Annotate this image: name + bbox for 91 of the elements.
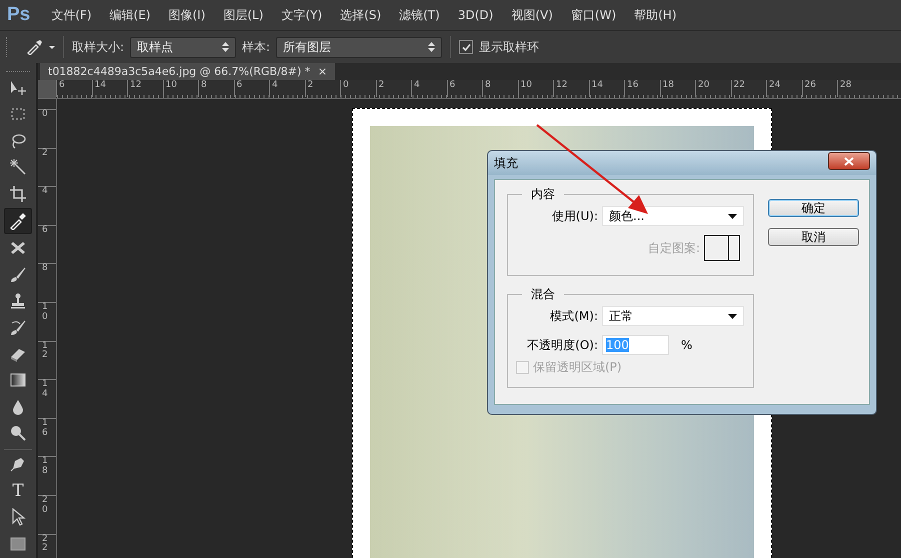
ruler-corner: [38, 80, 56, 98]
menu-item[interactable]: 文字(Y): [272, 6, 332, 24]
checkmark-icon: [460, 42, 472, 52]
ok-button[interactable]: 确定: [768, 199, 859, 217]
ruler-label: 12: [127, 80, 162, 97]
ruler-label: 8: [41, 264, 49, 274]
close-icon: [844, 156, 854, 166]
ruler-label: 2: [376, 80, 411, 97]
ruler-label: 6: [56, 80, 92, 97]
ruler-label: 12: [41, 342, 49, 362]
group-legend: 混合: [522, 286, 564, 302]
gradient-icon: [9, 371, 27, 390]
eyedropper-icon: [9, 212, 27, 230]
ruler-label: 0: [41, 110, 49, 120]
show-ring-label: 显示取样环: [479, 38, 540, 56]
ruler-label: 6: [41, 226, 49, 236]
up-down-arrows-icon: [222, 42, 230, 52]
ruler-label: 14: [588, 80, 624, 97]
use-dropdown[interactable]: 颜色...: [602, 206, 744, 226]
ruler-label: 6: [234, 80, 269, 97]
ruler-label: 14: [41, 380, 49, 400]
ruler-label: 10: [518, 80, 553, 97]
ruler-label: 16: [41, 418, 49, 439]
ruler-label: 10: [41, 302, 49, 323]
ruler-label: 4: [411, 80, 446, 97]
history-icon: [9, 318, 27, 337]
menu-item[interactable]: 滤镜(T): [390, 6, 449, 24]
ruler-label: 6: [446, 80, 482, 97]
ruler-label: 8: [482, 80, 518, 97]
menu-item[interactable]: 视图(V): [502, 6, 562, 24]
menu-item[interactable]: 窗口(W): [562, 6, 626, 24]
wand-icon: [9, 158, 27, 176]
ruler-label: 2: [304, 80, 340, 97]
ruler-label: 0: [340, 80, 376, 97]
menu-item[interactable]: 文件(F): [42, 6, 101, 24]
rectangle-icon: [9, 534, 27, 553]
move-icon: [9, 79, 27, 97]
mode-label: 模式(M):: [549, 308, 598, 324]
crop-icon: [9, 184, 27, 203]
ruler-label: 14: [92, 80, 127, 97]
ruler-label: 18: [41, 457, 49, 478]
ruler-label: 2: [41, 148, 49, 158]
ruler-label: 20: [695, 80, 730, 97]
dodge-icon: [9, 424, 27, 442]
menu-item[interactable]: 帮助(H): [625, 6, 686, 24]
ruler-label: 26: [802, 80, 837, 97]
up-down-arrows-icon: [428, 42, 436, 52]
menu-item[interactable]: 选择(S): [331, 6, 390, 24]
pattern-label: 自定图案:: [646, 240, 700, 256]
type-tool[interactable]: T: [5, 478, 31, 503]
document-tab[interactable]: t01882c4489a3c5a4e6.jpg @ 66.7%(RGB/8#) * ×: [40, 63, 336, 80]
cancel-button[interactable]: 取消: [768, 228, 859, 246]
ruler-label: 8: [198, 80, 234, 97]
ruler-label: 10: [162, 80, 198, 97]
ruler-label: 16: [624, 80, 660, 97]
checkbox[interactable]: [459, 40, 474, 54]
app-logo: Ps: [6, 4, 32, 26]
close-button[interactable]: [828, 152, 870, 170]
sample-dropdown[interactable]: 所有图层: [276, 36, 442, 58]
close-button[interactable]: ×: [318, 65, 328, 78]
pattern-picker[interactable]: [704, 235, 740, 261]
caret-icon: [728, 214, 737, 218]
pen-icon: [9, 455, 27, 474]
mode-dropdown[interactable]: 正常: [602, 306, 744, 326]
menu-item[interactable]: 编辑(E): [100, 6, 160, 24]
menu-item[interactable]: 图像(I): [159, 6, 214, 24]
sample-size-label: 取样大小:: [72, 38, 124, 56]
ruler-label: 12: [553, 80, 588, 97]
opacity-label: 不透明度(O):: [526, 336, 598, 354]
ruler-label: 22: [730, 80, 766, 97]
brush-icon: [9, 266, 27, 284]
stamp-icon: [9, 292, 27, 310]
caret-icon: [728, 314, 737, 318]
ruler-label: 4: [269, 80, 304, 97]
use-label: 使用(U):: [550, 208, 598, 224]
ruler-label: 18: [660, 80, 695, 97]
ruler-label: 20: [41, 496, 49, 516]
ruler-label: 24: [766, 80, 802, 97]
menu-item[interactable]: 图层(L): [214, 6, 272, 24]
menu-item[interactable]: 3D(D): [448, 8, 502, 22]
preserve-transparency-label: 保留透明区域(P): [533, 359, 622, 376]
group-legend: 内容: [522, 186, 564, 202]
sample-size-dropdown[interactable]: 取样点: [130, 36, 236, 58]
eyedropper-tool[interactable]: [4, 208, 32, 234]
percent-label: %: [681, 338, 692, 352]
dialog-title: 填充: [494, 154, 518, 172]
sample-label: 样本:: [242, 38, 270, 56]
ruler-label: 28: [837, 80, 872, 97]
eyedropper-icon[interactable]: [25, 39, 55, 55]
ruler-label: 22: [41, 534, 49, 554]
ruler-label: 4: [41, 187, 49, 198]
